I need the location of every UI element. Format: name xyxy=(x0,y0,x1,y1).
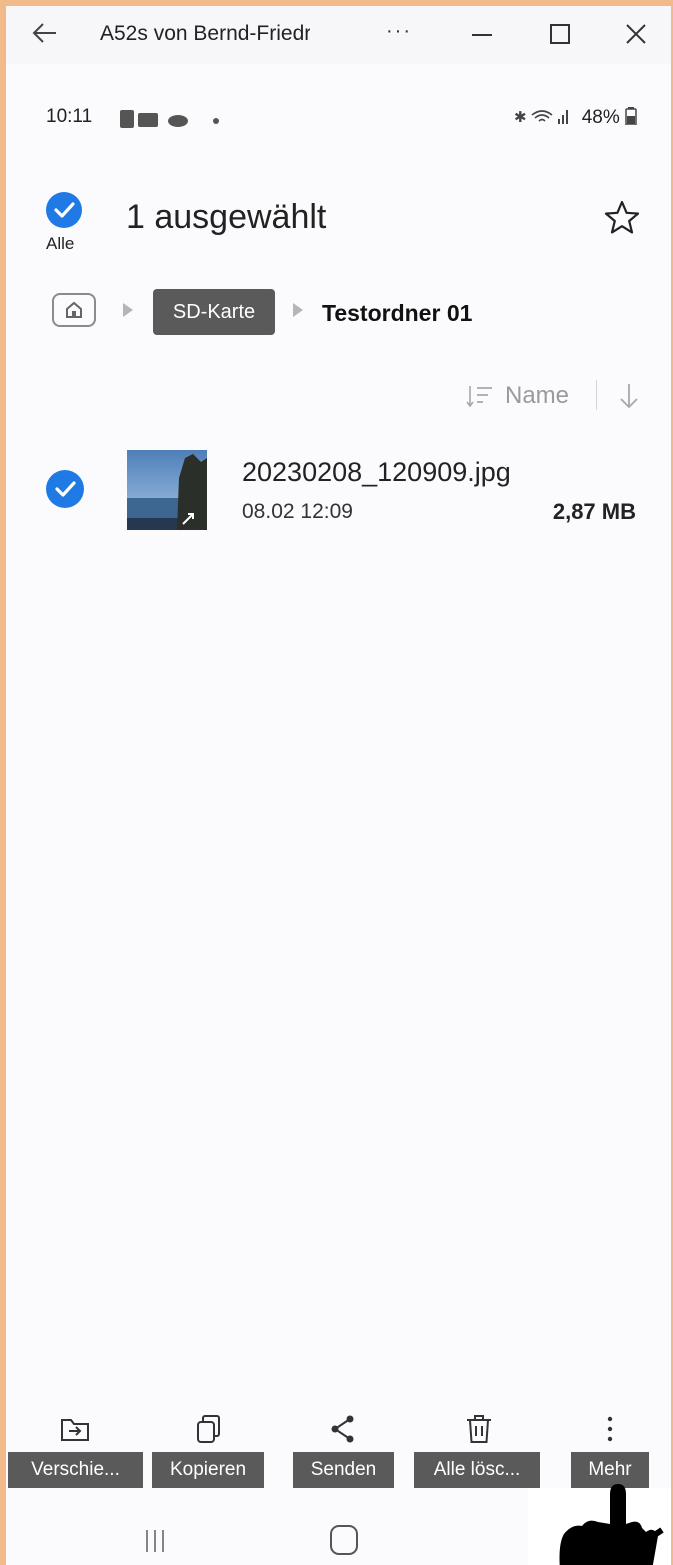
status-right: ✱ 48% xyxy=(514,106,637,129)
minimize-icon[interactable] xyxy=(466,18,498,50)
share-icon[interactable] xyxy=(326,1412,360,1446)
file-size: 2,87 MB xyxy=(552,499,636,524)
sort-divider xyxy=(596,380,597,410)
nav-home-button[interactable] xyxy=(330,1525,358,1555)
battery-level: 48% xyxy=(581,107,620,128)
move-icon[interactable] xyxy=(58,1412,92,1446)
file-thumbnail[interactable] xyxy=(127,450,207,530)
svg-text:✱: ✱ xyxy=(514,108,527,126)
breadcrumb-item-current[interactable]: Testordner 01 xyxy=(322,300,472,327)
file-row-checkbox[interactable] xyxy=(46,470,84,508)
sort-by-name-button[interactable]: Name xyxy=(505,382,569,410)
star-icon[interactable] xyxy=(602,198,642,238)
select-all-checkbox[interactable] xyxy=(46,192,82,228)
notification-icons xyxy=(120,110,219,128)
delete-all-button[interactable]: Alle lösc... xyxy=(414,1452,540,1488)
move-button[interactable]: Verschie... xyxy=(8,1452,143,1488)
breadcrumb-separator-icon xyxy=(123,303,133,317)
more-button[interactable]: Mehr xyxy=(571,1452,649,1488)
breadcrumb-item-sd-card[interactable]: SD-Karte xyxy=(153,289,275,335)
more-vertical-icon[interactable] xyxy=(593,1412,627,1446)
battery-icon xyxy=(625,107,637,126)
status-bar: 10:11 ✱ 48% xyxy=(6,104,671,134)
pointing-hand-icon xyxy=(559,1484,664,1565)
checkmark-icon xyxy=(54,202,75,218)
close-icon[interactable] xyxy=(620,18,652,50)
file-name[interactable]: 20230208_120909.jpg xyxy=(242,457,511,488)
app-window: A52s von Bernd-Friedrich ··· 10:11 ✱ xyxy=(6,6,671,1565)
status-time: 10:11 xyxy=(46,106,93,127)
home-icon xyxy=(66,301,82,318)
breadcrumb-separator-icon xyxy=(293,303,303,317)
signal-icons: ✱ xyxy=(514,108,569,126)
selection-count-title: 1 ausgewählt xyxy=(126,198,327,236)
sort-direction-arrow-icon[interactable] xyxy=(618,382,640,410)
trash-icon[interactable] xyxy=(462,1412,496,1446)
send-button[interactable]: Senden xyxy=(293,1452,394,1488)
copy-icon[interactable] xyxy=(192,1412,226,1446)
window-title: A52s von Bernd-Friedrich xyxy=(100,22,310,45)
window-titlebar: A52s von Bernd-Friedrich ··· xyxy=(6,6,671,64)
maximize-icon[interactable] xyxy=(544,18,576,50)
file-date: 08.02 12:09 xyxy=(242,500,353,523)
window-more-button[interactable]: ··· xyxy=(386,20,412,43)
back-arrow-icon[interactable] xyxy=(30,18,60,48)
sort-icon[interactable] xyxy=(466,383,494,409)
copy-button[interactable]: Kopieren xyxy=(152,1452,264,1488)
breadcrumb-home-button[interactable] xyxy=(52,293,96,327)
recent-apps-icon[interactable] xyxy=(142,1527,168,1555)
checkmark-icon xyxy=(55,481,76,497)
select-all-label: Alle xyxy=(46,234,75,253)
